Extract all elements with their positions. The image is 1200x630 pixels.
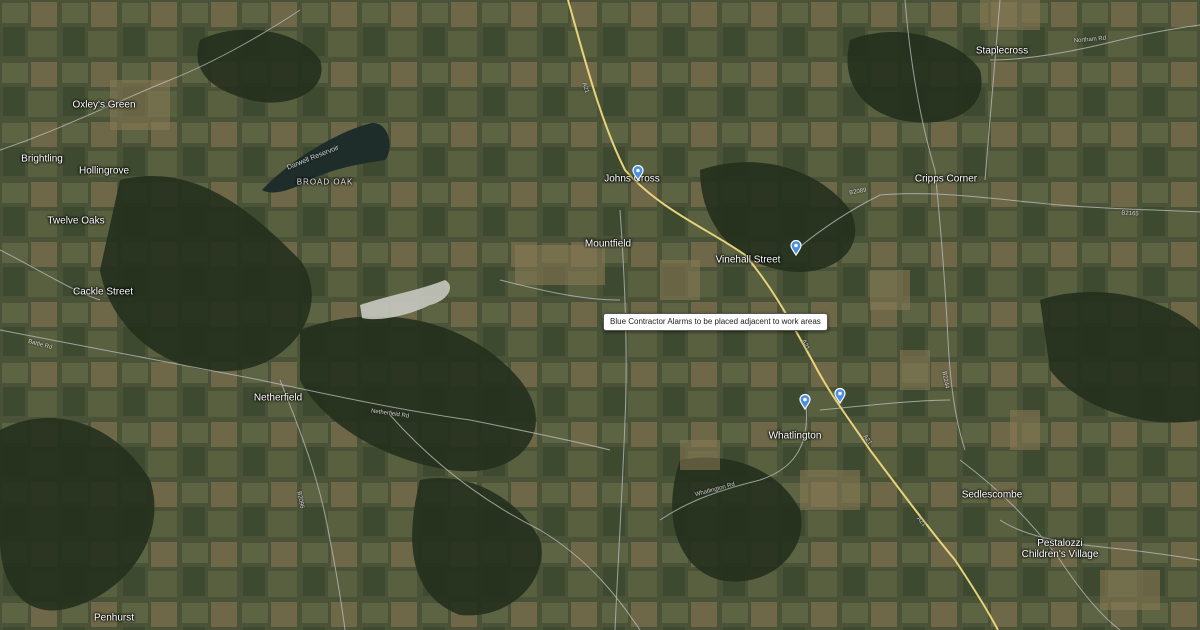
- place-cripps-corner: Cripps Corner: [914, 173, 978, 185]
- marker-whatlington-east[interactable]: [834, 388, 846, 404]
- place-cackle-street: Cackle Street: [72, 286, 134, 298]
- pin-icon: [834, 388, 846, 404]
- marker-vinehall-street[interactable]: [790, 240, 802, 256]
- place-broad-oak: BROAD OAK: [296, 177, 354, 187]
- place-hollingrove: Hollingrove: [78, 165, 130, 177]
- road-label-b2165: B2165: [1121, 210, 1139, 218]
- place-brightling: Brightling: [21, 153, 63, 165]
- place-penhurst: Penhurst: [93, 612, 135, 624]
- marker-whatlington-west[interactable]: [799, 394, 811, 410]
- place-mountfield: Mountfield: [584, 238, 632, 250]
- satellite-map[interactable]: Staplecross Oxley's Green Brightling Hol…: [0, 0, 1200, 630]
- place-sedlescombe: Sedlescombe: [961, 489, 1023, 501]
- pin-icon: [790, 240, 802, 256]
- place-oxleys-green: Oxley's Green: [72, 99, 136, 111]
- place-whatlington: Whatlington: [768, 430, 822, 442]
- map-tooltip: Blue Contractor Alarms to be placed adja…: [603, 313, 828, 331]
- place-pestalozzi: Pestalozzi Children's Village: [1021, 538, 1099, 560]
- place-vinehall-street: Vinehall Street: [715, 254, 781, 266]
- marker-johns-cross[interactable]: [632, 165, 644, 181]
- place-staplecross: Staplecross: [975, 45, 1029, 57]
- place-twelve-oaks: Twelve Oaks: [47, 215, 105, 227]
- satellite-imagery: [0, 0, 1200, 630]
- place-netherfield: Netherfield: [253, 392, 303, 404]
- pin-icon: [632, 165, 644, 181]
- pin-icon: [799, 394, 811, 410]
